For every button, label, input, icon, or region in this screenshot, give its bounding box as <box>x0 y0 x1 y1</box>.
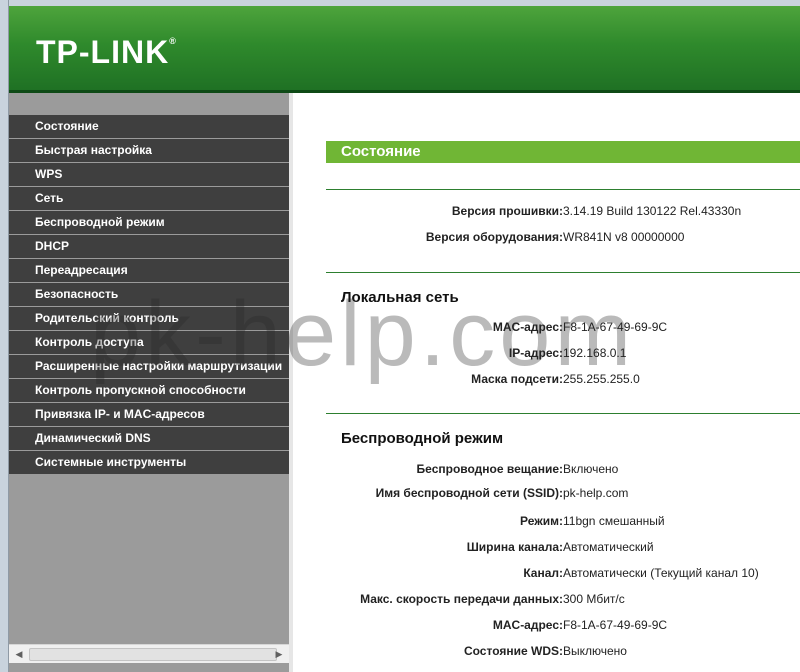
logo-text: TP-LINK <box>36 34 170 70</box>
sidebar-item-status[interactable]: Состояние <box>9 115 289 138</box>
window-frame-left <box>0 0 9 672</box>
divider <box>326 272 800 273</box>
firmware-version-label: Версия прошивки: <box>451 204 563 218</box>
scroll-right-arrow-icon[interactable]: ▶ <box>272 647 286 661</box>
scroll-left-arrow-icon[interactable]: ◀ <box>12 647 26 661</box>
wireless-wds-value: Выключено <box>563 644 627 658</box>
wireless-mac-value: F8-1A-67-49-69-9C <box>563 618 668 632</box>
divider <box>326 413 800 414</box>
wireless-max-rate-label: Макс. скорость передачи данных: <box>360 592 563 606</box>
wireless-max-rate-row: Макс. скорость передачи данных: 300 Мбит… <box>326 592 800 612</box>
sidebar-item-security[interactable]: Безопасность <box>9 283 289 306</box>
scrollbar-thumb[interactable] <box>29 648 277 661</box>
wireless-ssid-value: pk-help.com <box>563 486 629 500</box>
wireless-mode-value: 11bgn смешанный <box>563 514 665 528</box>
lan-mac-value: F8-1A-67-49-69-9C <box>563 320 668 334</box>
sidebar-item-bandwidth-control[interactable]: Контроль пропускной способности <box>9 379 289 402</box>
sidebar-horizontal-scrollbar[interactable]: ◀ ▶ <box>9 644 289 663</box>
wireless-channel-width-label: Ширина канала: <box>466 540 563 554</box>
sidebar-item-ip-mac-binding[interactable]: Привязка IP- и MAC-адресов <box>9 403 289 426</box>
sidebar-item-advanced-routing[interactable]: Расширенные настройки маршрутизации <box>9 355 289 378</box>
registered-mark: ® <box>169 36 177 46</box>
tp-link-logo: TP-LINK® <box>36 34 177 71</box>
page-title: Состояние <box>326 141 800 163</box>
wireless-mac-row: MAC-адрес: F8-1A-67-49-69-9C <box>326 618 800 638</box>
wireless-max-rate-value: 300 Мбит/с <box>563 592 625 606</box>
wireless-channel-label: Канал: <box>523 566 563 580</box>
header-banner: TP-LINK® <box>9 6 800 93</box>
wireless-mode-row: Режим: 11bgn смешанный <box>326 514 800 534</box>
lan-mask-value: 255.255.255.0 <box>563 372 640 386</box>
wireless-channel-width-value: Автоматический <box>563 540 654 554</box>
sidebar-item-dhcp[interactable]: DHCP <box>9 235 289 258</box>
wireless-broadcast-value: Включено <box>563 462 619 476</box>
wireless-channel-row: Канал: Автоматически (Текущий канал 10) <box>326 566 800 586</box>
lan-mac-row: MAC-адрес: F8-1A-67-49-69-9C <box>326 320 800 340</box>
wireless-channel-width-row: Ширина канала: Автоматический <box>326 540 800 560</box>
wireless-section-title: Беспроводной режим <box>341 430 504 447</box>
lan-mask-row: Маска подсети: 255.255.255.0 <box>326 372 800 392</box>
sidebar-item-system-tools[interactable]: Системные инструменты <box>9 451 289 474</box>
main-content: Состояние Версия прошивки: 3.14.19 Build… <box>293 93 800 672</box>
wireless-ssid-label: Имя беспроводной сети (SSID): <box>375 486 563 500</box>
hardware-version-label: Версия оборудования: <box>425 230 563 244</box>
firmware-version-value: 3.14.19 Build 130122 Rel.43330n <box>563 204 742 218</box>
wireless-mode-label: Режим: <box>520 514 563 528</box>
sidebar-item-network[interactable]: Сеть <box>9 187 289 210</box>
hardware-version-row: Версия оборудования: WR841N v8 00000000 <box>326 230 800 250</box>
sidebar: Состояние Быстрая настройка WPS Сеть Бес… <box>9 93 293 672</box>
sidebar-item-wireless[interactable]: Беспроводной режим <box>9 211 289 234</box>
sidebar-menu: Состояние Быстрая настройка WPS Сеть Бес… <box>9 115 289 475</box>
hardware-version-value: WR841N v8 00000000 <box>563 230 685 244</box>
wireless-mac-label: MAC-адрес: <box>492 618 563 632</box>
sidebar-item-forwarding[interactable]: Переадресация <box>9 259 289 282</box>
sidebar-item-quick-setup[interactable]: Быстрая настройка <box>9 139 289 162</box>
lan-mask-label: Маска подсети: <box>471 372 563 386</box>
sidebar-item-access-control[interactable]: Контроль доступа <box>9 331 289 354</box>
firmware-version-row: Версия прошивки: 3.14.19 Build 130122 Re… <box>326 204 800 224</box>
sidebar-item-ddns[interactable]: Динамический DNS <box>9 427 289 450</box>
lan-mac-label: MAC-адрес: <box>492 320 563 334</box>
lan-section-title: Локальная сеть <box>341 289 459 306</box>
lan-ip-label: IP-адрес: <box>508 346 563 360</box>
lan-ip-value: 192.168.0.1 <box>563 346 627 360</box>
wireless-wds-row: Состояние WDS: Выключено <box>326 644 800 664</box>
sidebar-item-parental-control[interactable]: Родительский контроль <box>9 307 289 330</box>
sidebar-item-wps[interactable]: WPS <box>9 163 289 186</box>
wireless-channel-value: Автоматически (Текущий канал 10) <box>563 566 759 580</box>
wireless-broadcast-label: Беспроводное вещание: <box>416 462 563 476</box>
divider <box>326 189 800 190</box>
wireless-broadcast-row: Беспроводное вещание: Включено <box>326 462 800 482</box>
wireless-wds-label: Состояние WDS: <box>463 644 563 658</box>
lan-ip-row: IP-адрес: 192.168.0.1 <box>326 346 800 366</box>
wireless-ssid-row: Имя беспроводной сети (SSID): pk-help.co… <box>326 486 800 506</box>
